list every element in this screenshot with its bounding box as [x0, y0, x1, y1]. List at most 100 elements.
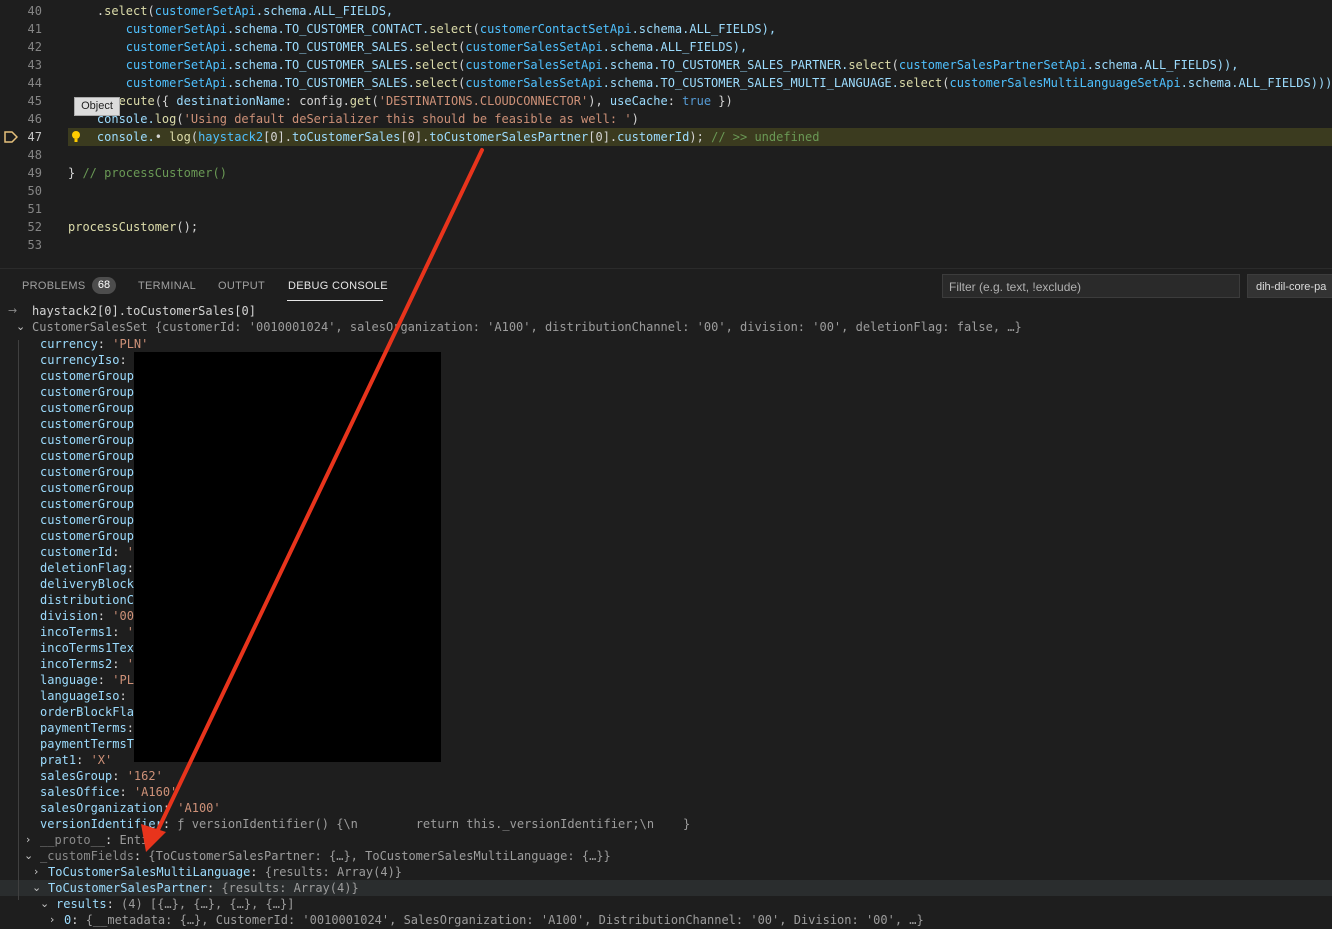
- chevron-right-icon[interactable]: ›: [50, 913, 54, 926]
- property-row[interactable]: division: '00: [40, 608, 134, 624]
- property-row[interactable]: customerGroup:: [40, 464, 148, 480]
- property-row[interactable]: salesOrganization: 'A100': [40, 800, 221, 816]
- property-row[interactable]: deletionFlag:: [40, 560, 141, 576]
- property-row[interactable]: customerGroup:: [40, 432, 148, 448]
- property-row[interactable]: prat1: 'X': [40, 752, 112, 768]
- prop-key: languageIso: [40, 689, 120, 703]
- prop-key: paymentTerms: [40, 721, 127, 735]
- property-row[interactable]: paymentTermsT:: [40, 736, 148, 752]
- tab-problems[interactable]: PROBLEMS: [22, 280, 86, 292]
- tab-debug-console[interactable]: DEBUG CONSOLE: [288, 280, 388, 292]
- property-row[interactable]: currencyIso:: [40, 352, 134, 368]
- property-row[interactable]: currency: 'PLN': [40, 336, 148, 352]
- prop-key: incoTerms2: [40, 657, 113, 671]
- prop-key: paymentTermsT: [40, 737, 134, 751]
- prop-key: customerGroup: [40, 465, 134, 479]
- prop-key: customerGroup: [40, 417, 134, 431]
- result-item-row[interactable]: 0: {__metadata: {…}, CustomerId: '001000…: [64, 912, 924, 928]
- property-row[interactable]: incoTerms2: ': [40, 656, 134, 672]
- sales-partner-row[interactable]: ToCustomerSalesPartner: {results: Array(…: [48, 880, 359, 896]
- code-line: 42 customerSetApi.schema.TO_CUSTOMER_SAL…: [0, 38, 1332, 56]
- property-row[interactable]: deliveryBlock:: [40, 576, 148, 592]
- code-line: 52 processCustomer();: [0, 218, 1332, 236]
- property-row[interactable]: customerGroup:: [40, 528, 148, 544]
- property-row[interactable]: languageIso:: [40, 688, 134, 704]
- code-text: processCustomer();: [68, 220, 199, 234]
- proto-row[interactable]: __proto__: Enti: [40, 832, 148, 848]
- custom-fields-row[interactable]: _customFields: {ToCustomerSalesPartner: …: [40, 848, 611, 864]
- console-input-expression: haystack2[0].toCustomerSales[0]: [32, 304, 256, 318]
- property-row[interactable]: customerGroup:: [40, 512, 148, 528]
- chevron-right-icon[interactable]: ›: [34, 865, 38, 878]
- code-line: 47 console.• log(haystack2[0].toCustomer…: [0, 128, 1332, 146]
- code-editor[interactable]: 40 .select(customerSetApi.schema.ALL_FIE…: [0, 0, 1332, 266]
- property-row[interactable]: customerGroup:: [40, 368, 148, 384]
- property-row[interactable]: customerGroup:: [40, 400, 148, 416]
- chevron-down-icon[interactable]: ⌄: [16, 320, 25, 333]
- property-row[interactable]: customerGroup:: [40, 448, 148, 464]
- prop-key: division: [40, 609, 98, 623]
- prop-key: customerId: [40, 545, 113, 559]
- prop-value: 'A160': [133, 785, 178, 799]
- prop-key: customerGroup: [40, 497, 134, 511]
- code-text: } // processCustomer(): [68, 166, 227, 180]
- prop-key: customerGroup: [40, 529, 134, 543]
- prop-key: results: [56, 897, 107, 911]
- line-number: 49: [27, 166, 42, 180]
- prop-value: {__metadata: {…}, CustomerId: '001000102…: [85, 913, 924, 927]
- redaction-box: [134, 352, 441, 762]
- tab-output[interactable]: OUTPUT: [218, 280, 265, 292]
- multi-language-row[interactable]: ToCustomerSalesMultiLanguage: {results: …: [48, 864, 402, 880]
- line-number: 40: [27, 4, 42, 18]
- prop-value: {results: Array(4)}: [264, 865, 403, 879]
- code-line: 53: [0, 236, 1332, 254]
- code-line: 51: [0, 200, 1332, 218]
- chevron-right-icon[interactable]: ›: [26, 833, 30, 846]
- property-row[interactable]: salesOffice: 'A160': [40, 784, 177, 800]
- root-object-summary[interactable]: CustomerSalesSet {customerId: '001000102…: [32, 319, 1022, 335]
- chevron-down-icon[interactable]: ⌄: [40, 897, 49, 910]
- prop-key: customerGroup: [40, 385, 134, 399]
- prop-value: {results: Array(4)}: [221, 881, 359, 895]
- line-number: 42: [27, 40, 42, 54]
- prop-key: __proto__: [40, 833, 106, 847]
- prop-key: currencyIso: [40, 353, 120, 367]
- property-row[interactable]: salesGroup: '162': [40, 768, 163, 784]
- tab-terminal[interactable]: TERMINAL: [138, 280, 196, 292]
- lightbulb-icon[interactable]: [71, 130, 81, 144]
- prop-key: language: [40, 673, 98, 687]
- property-row[interactable]: customerGroup:: [40, 496, 148, 512]
- prop-key: incoTerms1Tex: [40, 641, 134, 655]
- property-row[interactable]: customerId: '(: [40, 544, 141, 560]
- results-row[interactable]: results: (4) [{…}, {…}, {…}, {…}]: [56, 896, 294, 912]
- property-row[interactable]: language: 'PL: [40, 672, 134, 688]
- prop-key: deletionFlag: [40, 561, 127, 575]
- property-row[interactable]: paymentTerms:: [40, 720, 141, 736]
- property-row[interactable]: incoTerms1Tex:: [40, 640, 148, 656]
- code-line: 49 } // processCustomer(): [0, 164, 1332, 182]
- line-number: 41: [27, 22, 42, 36]
- line-number: 46: [27, 112, 42, 126]
- chevron-down-icon[interactable]: ⌄: [24, 849, 33, 862]
- code-line: 48: [0, 146, 1332, 164]
- property-row[interactable]: customerGroup:: [40, 384, 148, 400]
- chevron-down-icon[interactable]: ⌄: [32, 881, 41, 894]
- property-row[interactable]: orderBlockFla:: [40, 704, 148, 720]
- code-line: 43 customerSetApi.schema.TO_CUSTOMER_SAL…: [0, 56, 1332, 74]
- code-line: 45 ecute({ destinationName: config.get('…: [0, 92, 1332, 110]
- prop-value: 'X': [90, 753, 113, 767]
- prop-key: customerGroup: [40, 369, 134, 383]
- property-row[interactable]: distributionC:: [40, 592, 148, 608]
- code-text: customerSetApi.schema.TO_CUSTOMER_SALES.…: [68, 40, 748, 54]
- console-filter-input[interactable]: Filter (e.g. text, !exclude): [942, 274, 1240, 298]
- prop-key: versionIdentifier: [40, 817, 163, 831]
- debug-session-select[interactable]: dih-dil-core-pa: [1247, 274, 1332, 298]
- property-row[interactable]: incoTerms1: ': [40, 624, 134, 640]
- debug-breakpoint-arrow-icon: [4, 131, 18, 143]
- version-identifier-row[interactable]: versionIdentifier: ƒ versionIdentifier()…: [40, 816, 690, 832]
- property-row[interactable]: customerGroup:: [40, 416, 148, 432]
- property-row[interactable]: customerGroup:: [40, 480, 148, 496]
- prop-key: customerGroup: [40, 433, 134, 447]
- prop-key: customerGroup: [40, 449, 134, 463]
- prop-value: Enti: [119, 833, 149, 847]
